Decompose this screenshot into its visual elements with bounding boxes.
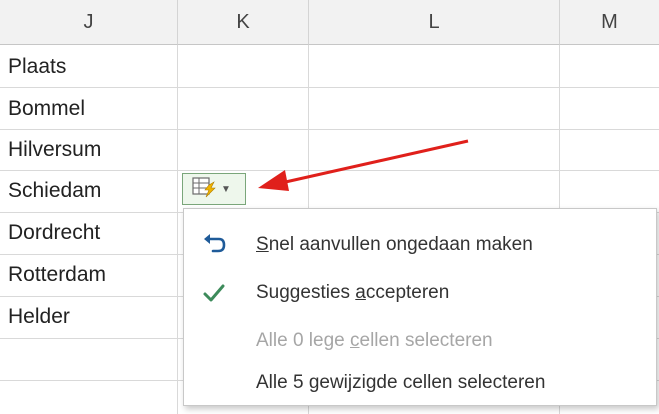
menu-item-label: Suggesties accepteren: [256, 282, 450, 303]
flash-fill-options-menu: Snel aanvullen ongedaan maken Suggesties…: [183, 208, 657, 406]
menu-item-accept-suggestions[interactable]: Suggesties accepteren: [184, 273, 656, 313]
cell-j-schiedam[interactable]: Schiedam: [8, 172, 178, 210]
checkmark-icon: [201, 280, 227, 306]
cell-j-hilversum[interactable]: Hilversum: [8, 131, 178, 169]
menu-item-select-changed-cells[interactable]: Alle 5 gewijzigde cellen selecteren: [184, 363, 656, 403]
column-header-l[interactable]: L: [309, 0, 560, 45]
column-header-m[interactable]: M: [560, 0, 659, 45]
column-header-j[interactable]: J: [0, 0, 178, 45]
flash-fill-options-button[interactable]: ▼: [182, 173, 246, 205]
undo-arrow-icon: [201, 232, 227, 258]
menu-item-select-empty-cells: Alle 0 lege cellen selecteren: [184, 321, 656, 361]
menu-item-label: Alle 5 gewijzigde cellen selecteren: [256, 372, 546, 393]
annotation-arrow: [258, 139, 469, 191]
cell-j-dordrecht[interactable]: Dordrecht: [8, 214, 178, 252]
chevron-down-icon: ▼: [221, 183, 231, 195]
menu-item-label: Snel aanvullen ongedaan maken: [256, 234, 533, 255]
cell-j-rotterdam[interactable]: Rotterdam: [8, 256, 178, 294]
menu-item-label: Alle 0 lege cellen selecteren: [256, 330, 493, 351]
flash-fill-icon: [192, 176, 216, 203]
cell-j-helder[interactable]: Helder: [8, 298, 178, 336]
column-header-k[interactable]: K: [178, 0, 309, 45]
cell-j-plaats[interactable]: Plaats: [8, 48, 178, 86]
menu-item-undo-flash-fill[interactable]: Snel aanvullen ongedaan maken: [184, 225, 656, 265]
cell-j-bommel[interactable]: Bommel: [8, 90, 178, 128]
gridline: [0, 87, 659, 88]
